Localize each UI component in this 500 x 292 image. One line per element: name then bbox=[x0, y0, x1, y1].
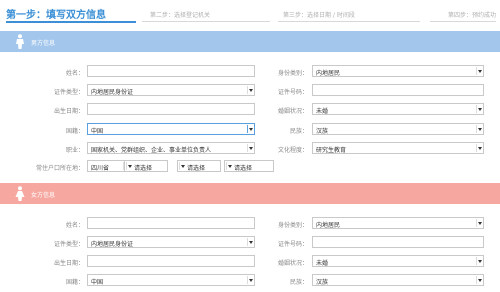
step-2: 第二步：选择登记机关 bbox=[150, 12, 211, 19]
step-progress-bar: 第一步：填写双方信息 第二步：选择登记机关 第三步：选择日期 / 时间段 第四步… bbox=[0, 0, 500, 28]
groom-residence-label: 常住户口所在地： bbox=[35, 165, 84, 172]
groom-birth-label: 出生日期： bbox=[53, 108, 84, 115]
step-4: 第四步：预约成功 bbox=[448, 12, 497, 19]
groom-education-value: 研究生教育 bbox=[316, 147, 347, 154]
groom-nationality-label: 国籍： bbox=[65, 128, 84, 135]
chevron-down-icon bbox=[476, 105, 482, 113]
bride-identity-label: 身份类别： bbox=[277, 222, 308, 229]
bride-id-type-label: 证件类型： bbox=[53, 241, 84, 248]
step-3-underline bbox=[278, 21, 420, 22]
groom-section-header: 男方信息 bbox=[0, 31, 500, 52]
groom-name-input[interactable] bbox=[87, 65, 255, 77]
bride-nationality-select[interactable]: 中国 bbox=[87, 274, 255, 286]
groom-identity-label: 身份类别： bbox=[277, 70, 308, 77]
chevron-down-icon bbox=[476, 219, 482, 227]
bride-name-input[interactable] bbox=[87, 217, 255, 229]
male-person-icon bbox=[16, 34, 24, 49]
female-person-icon bbox=[15, 186, 25, 201]
step-3: 第三步：选择日期 / 时间段 bbox=[283, 12, 355, 19]
bride-identity-value: 内地居民 bbox=[316, 222, 341, 229]
bride-id-number-input[interactable] bbox=[312, 236, 484, 248]
groom-identity-select[interactable]: 内地居民 bbox=[312, 65, 484, 77]
bride-nationality-value: 中国 bbox=[91, 279, 104, 286]
bride-name-label: 姓名： bbox=[65, 222, 84, 229]
residence-city-value: 请选择 bbox=[134, 165, 153, 172]
step-1-underline bbox=[6, 21, 136, 23]
step-2-underline bbox=[142, 21, 270, 22]
bride-section-title: 女方信息 bbox=[31, 192, 56, 199]
residence-province-value: 四川省 bbox=[91, 165, 110, 172]
residence-district-value: 请选择 bbox=[187, 165, 206, 172]
bride-ethnicity-select[interactable]: 汉族 bbox=[312, 274, 484, 286]
groom-id-number-input[interactable] bbox=[312, 84, 484, 96]
groom-name-label: 姓名： bbox=[65, 70, 84, 77]
chevron-down-icon bbox=[226, 162, 232, 170]
groom-marital-value: 未婚 bbox=[316, 108, 329, 115]
bride-marital-label: 婚姻状况： bbox=[277, 260, 308, 267]
groom-nationality-select[interactable]: 中国 bbox=[87, 123, 255, 135]
chevron-down-icon bbox=[476, 67, 482, 75]
groom-education-select[interactable]: 研究生教育 bbox=[312, 142, 484, 154]
bride-id-type-select[interactable]: 内地居民身份证 bbox=[87, 236, 255, 248]
residence-city-select[interactable]: 请选择 bbox=[124, 160, 168, 172]
groom-occupation-value: 国家机关、党群组织、企业、事业单位负责人 bbox=[91, 147, 212, 154]
bride-section-header: 女方信息 bbox=[0, 183, 500, 204]
groom-education-label: 文化程度： bbox=[277, 147, 308, 154]
bride-ethnicity-value: 汉族 bbox=[316, 279, 329, 286]
groom-ethnicity-label: 民族： bbox=[289, 128, 308, 135]
groom-id-number-label: 证件号码： bbox=[277, 89, 308, 96]
bride-id-number-label: 证件号码： bbox=[277, 241, 308, 248]
groom-id-type-value: 内地居民身份证 bbox=[91, 89, 134, 96]
bride-birth-input[interactable] bbox=[87, 255, 255, 267]
residence-street-select[interactable]: 请选择 bbox=[224, 160, 274, 172]
groom-marital-select[interactable]: 未婚 bbox=[312, 103, 484, 115]
bride-marital-select[interactable]: 未婚 bbox=[312, 255, 484, 267]
groom-birth-input[interactable] bbox=[87, 103, 255, 115]
chevron-down-icon bbox=[126, 162, 132, 170]
step-4-underline bbox=[430, 21, 496, 22]
step-1-active: 第一步：填写双方信息 bbox=[6, 10, 106, 21]
residence-district-select[interactable]: 请选择 bbox=[177, 160, 221, 172]
chevron-down-icon bbox=[476, 144, 482, 152]
groom-occupation-select[interactable]: 国家机关、党群组织、企业、事业单位负责人 bbox=[87, 142, 255, 154]
groom-ethnicity-value: 汉族 bbox=[316, 128, 329, 135]
groom-id-type-select[interactable]: 内地居民身份证 bbox=[87, 84, 255, 96]
bride-birth-label: 出生日期： bbox=[53, 260, 84, 267]
chevron-down-icon bbox=[476, 257, 482, 265]
groom-ethnicity-select[interactable]: 汉族 bbox=[312, 123, 484, 135]
groom-section-title: 男方信息 bbox=[31, 40, 56, 47]
groom-nationality-value: 中国 bbox=[91, 128, 104, 135]
groom-id-type-label: 证件类型： bbox=[53, 89, 84, 96]
bride-marital-value: 未婚 bbox=[316, 260, 329, 267]
bride-id-type-value: 内地居民身份证 bbox=[91, 241, 134, 248]
groom-marital-label: 婚姻状况： bbox=[277, 108, 308, 115]
chevron-down-icon bbox=[476, 276, 482, 284]
residence-street-value: 请选择 bbox=[234, 165, 253, 172]
groom-occupation-label: 职业： bbox=[65, 147, 84, 154]
chevron-down-icon bbox=[179, 162, 185, 170]
bride-ethnicity-label: 民族： bbox=[289, 279, 308, 286]
bride-nationality-label: 国籍： bbox=[65, 279, 84, 286]
bride-identity-select[interactable]: 内地居民 bbox=[312, 217, 484, 229]
groom-identity-value: 内地居民 bbox=[316, 70, 341, 77]
chevron-down-icon bbox=[476, 125, 482, 133]
